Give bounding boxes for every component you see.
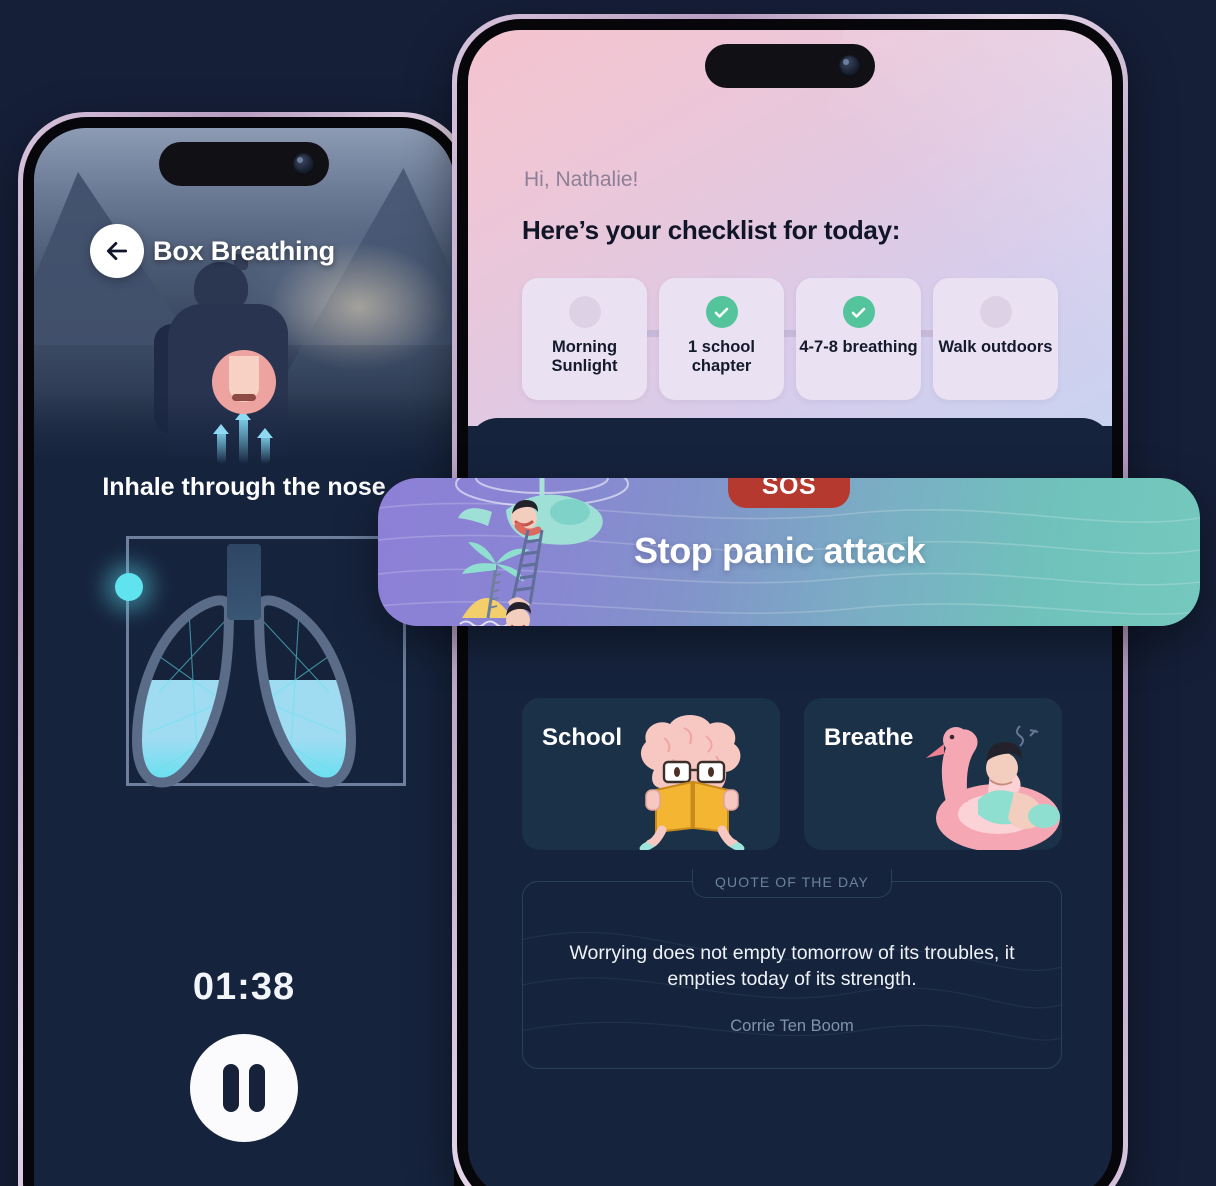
quote-text: Worrying does not empty tomorrow of its … — [569, 942, 1015, 991]
composition-stage: Box Breathing Inhale through the nose 01… — [0, 0, 1216, 1186]
arrow-left-icon — [106, 242, 128, 260]
phone-left-box-breathing: Box Breathing Inhale through the nose 01… — [18, 112, 470, 1186]
check-icon — [705, 296, 738, 328]
checklist-item-label: 1 school chapter — [688, 338, 755, 376]
checklist-item-walk-outdoors[interactable]: Walk outdoors — [933, 278, 1058, 400]
checklist-item-label: Morning Sunlight — [551, 338, 618, 376]
quote-author: Corrie Ten Boom — [730, 1017, 854, 1035]
countdown-timer: 01:38 — [192, 966, 296, 1008]
dynamic-island-right — [705, 44, 875, 88]
greeting-text: Hi, Nathalie! — [524, 168, 639, 191]
sos-banner-title: Stop panic attack — [634, 530, 926, 571]
flamingo-float-icon — [926, 725, 1060, 850]
checklist-item-label: 4-7-8 breathing — [799, 338, 918, 356]
lungs-icon — [129, 544, 359, 817]
feature-tiles: School Breathe — [522, 698, 1062, 850]
pause-icon-bar-left — [223, 1064, 239, 1112]
phone-left-screen: Box Breathing Inhale through the nose 01… — [34, 128, 454, 1186]
checklist-item-morning-sunlight[interactable]: Morning Sunlight — [522, 278, 647, 400]
checklist-item-school-chapter[interactable]: 1 school chapter — [659, 278, 784, 400]
trachea-shape — [227, 544, 261, 620]
sos-stop-panic-attack-banner[interactable]: SOS Stop panic attack — [378, 478, 1200, 626]
pause-icon-bar-right — [249, 1064, 265, 1112]
quote-badge: QUOTE OF THE DAY — [692, 869, 892, 898]
pause-button[interactable] — [190, 1034, 298, 1142]
airflow-arrows-icon — [209, 406, 279, 464]
front-camera-icon — [839, 55, 861, 77]
checklist-item-478-breathing[interactable]: 4-7-8 breathing — [796, 278, 921, 400]
dynamic-island-left — [159, 142, 329, 186]
check-icon — [842, 296, 875, 328]
helicopter-rescue-island-icon — [455, 478, 629, 626]
quote-card: QUOTE OF THE DAY Worrying does not empty… — [522, 869, 1062, 1069]
checklist-row: Morning Sunlight 1 school chapter 4-7-8 … — [522, 278, 1112, 400]
front-camera-icon — [293, 153, 315, 175]
back-button[interactable] — [90, 224, 144, 278]
nose-icon — [212, 350, 276, 414]
tile-school[interactable]: School — [522, 698, 780, 850]
checklist-status-icon — [568, 296, 601, 328]
sos-badge: SOS — [728, 478, 850, 508]
checklist-heading: Here’s your checklist for today: — [522, 215, 901, 245]
checklist-item-label: Walk outdoors — [938, 338, 1053, 356]
tile-breathe[interactable]: Breathe — [804, 698, 1062, 850]
checklist-status-icon — [979, 296, 1012, 328]
brain-reading-book-icon — [639, 715, 745, 850]
